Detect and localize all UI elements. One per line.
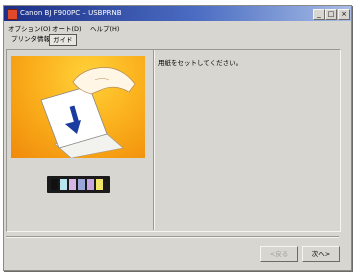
ink-tank-cyan bbox=[78, 179, 85, 190]
button-separator bbox=[6, 236, 339, 238]
printer-app-icon bbox=[7, 9, 18, 20]
window-title: Canon BJ F900PC – USBPRNB bbox=[20, 9, 122, 17]
close-button[interactable]: × bbox=[338, 9, 350, 20]
tab-printer-info[interactable]: プリンタ情報 bbox=[8, 34, 53, 44]
paper-insert-illustration bbox=[11, 56, 145, 158]
tab-guide[interactable]: ガイド bbox=[49, 34, 77, 46]
minimize-button[interactable]: _ bbox=[313, 9, 325, 20]
ink-tank-magenta bbox=[87, 179, 94, 190]
ink-tank-yellow bbox=[96, 179, 103, 190]
title-bar[interactable]: Canon BJ F900PC – USBPRNB _ □ × bbox=[4, 6, 351, 21]
guide-message: 用紙をセットしてください。 bbox=[158, 59, 243, 67]
ink-tank-photo-cyan bbox=[60, 179, 67, 190]
ink-cartridge bbox=[47, 176, 110, 193]
tab-strip: プリンタ情報 ガイド bbox=[0, 32, 347, 46]
ink-tank-black bbox=[51, 179, 58, 190]
maximize-button[interactable]: □ bbox=[325, 9, 337, 20]
ink-tank-photo-magenta bbox=[69, 179, 76, 190]
paper-insert-arrow-icon bbox=[40, 67, 136, 158]
back-button[interactable]: <戻る bbox=[260, 246, 298, 262]
next-button[interactable]: 次へ> bbox=[302, 246, 340, 262]
ink-status-area bbox=[11, 158, 145, 230]
panel-divider bbox=[153, 50, 155, 230]
